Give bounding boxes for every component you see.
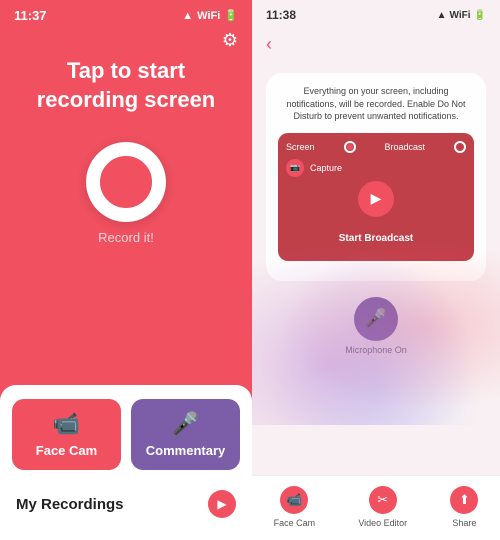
back-button[interactable]: ‹: [252, 26, 500, 63]
commentary-button[interactable]: 🎤 Commentary: [131, 399, 240, 470]
record-button[interactable]: [86, 142, 166, 222]
bottom-nav: 📹 Face Cam ✂ Video Editor ⬆ Share: [252, 475, 500, 540]
broadcast-dialog: Everything on your screen, including not…: [266, 73, 486, 281]
left-panel: 11:37 ▲ WiFi 🔋 ⚙ Tap to start recording …: [0, 0, 252, 540]
play-broadcast-button[interactable]: ▶: [358, 181, 394, 217]
broadcast-option-screen: Screen Broadcast: [286, 141, 466, 153]
face-cam-button[interactable]: 📹 Face Cam: [12, 399, 121, 470]
time-left: 11:37: [14, 8, 47, 23]
commentary-label: Commentary: [146, 443, 225, 458]
broadcast-radio[interactable]: [454, 141, 466, 153]
right-panel: 11:38 ▲ WiFi 🔋 ‹ Everything on your scre…: [252, 0, 500, 540]
face-cam-label: Face Cam: [36, 443, 97, 458]
mic-status-label: Microphone On: [345, 345, 407, 355]
battery-icon: 🔋: [224, 9, 238, 22]
nav-item-share[interactable]: ⬆ Share: [450, 486, 478, 528]
back-chevron-icon: ‹: [266, 34, 272, 54]
face-cam-nav-icon: 📹: [280, 486, 308, 514]
record-label: Record it!: [98, 230, 154, 245]
signal-icon: ▲: [182, 10, 193, 22]
status-icons-left: ▲ WiFi 🔋: [182, 9, 238, 22]
record-inner-circle: [100, 156, 152, 208]
nav-item-video-editor[interactable]: ✂ Video Editor: [358, 486, 407, 528]
status-bar-left: 11:37 ▲ WiFi 🔋: [0, 0, 252, 27]
broadcast-options: Screen Broadcast 📷 Capture ▶ Start Broad…: [278, 133, 474, 261]
share-nav-icon: ⬆: [450, 486, 478, 514]
mic-on-icon: 🎤: [365, 308, 387, 329]
start-broadcast-button[interactable]: Start Broadcast: [286, 221, 466, 253]
mic-section: 🎤 Microphone On: [345, 297, 407, 355]
wifi-icon-right: WiFi: [450, 10, 471, 21]
action-buttons: 📹 Face Cam 🎤 Commentary: [12, 399, 240, 470]
wifi-icon: WiFi: [197, 10, 220, 22]
broadcast-label: Broadcast: [384, 142, 425, 152]
recordings-play-button[interactable]: ▶: [208, 490, 236, 518]
status-icons-right: ▲ WiFi 🔋: [437, 10, 486, 21]
recordings-label: My Recordings: [16, 496, 124, 513]
screen-radio[interactable]: [344, 141, 356, 153]
start-broadcast-label: Start Broadcast: [339, 233, 413, 244]
status-bar-right: 11:38 ▲ WiFi 🔋: [252, 0, 500, 26]
mic-button[interactable]: 🎤: [354, 297, 398, 341]
signal-icon-right: ▲: [437, 10, 447, 21]
broadcast-notice: Everything on your screen, including not…: [278, 85, 474, 123]
mic-icon: 🎤: [172, 411, 199, 437]
record-button-area: Record it!: [86, 142, 166, 245]
time-right: 11:38: [266, 8, 296, 22]
capture-label: Capture: [310, 163, 342, 173]
screen-label: Screen: [286, 142, 315, 152]
face-cam-icon: 📹: [53, 411, 80, 437]
share-nav-label: Share: [452, 518, 476, 528]
settings-button[interactable]: ⚙: [222, 30, 238, 51]
video-editor-nav-label: Video Editor: [358, 518, 407, 528]
recordings-row: My Recordings ▶: [12, 482, 240, 526]
phone-content: Everything on your screen, including not…: [252, 63, 500, 475]
battery-icon-right: 🔋: [474, 10, 486, 21]
video-editor-nav-icon: ✂: [369, 486, 397, 514]
nav-item-face-cam[interactable]: 📹 Face Cam: [274, 486, 316, 528]
face-cam-nav-label: Face Cam: [274, 518, 316, 528]
play-icon-large: ▶: [371, 190, 382, 207]
main-title: Tap to start recording screen: [0, 57, 252, 114]
play-icon: ▶: [217, 497, 226, 511]
bottom-section: 📹 Face Cam 🎤 Commentary My Recordings ▶: [0, 385, 252, 540]
camera-option-icon: 📷: [286, 159, 304, 177]
